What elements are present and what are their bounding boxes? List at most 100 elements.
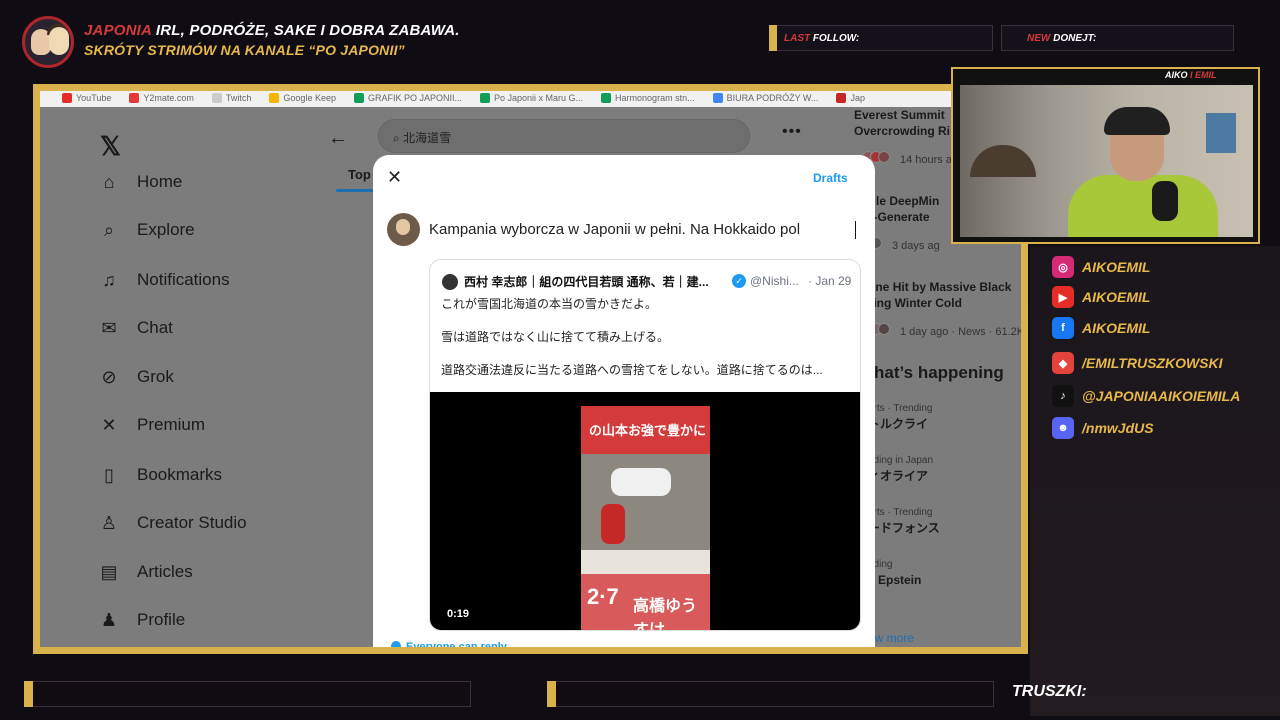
news-3-meta: 1 day ago · News · 61.2K	[862, 323, 1025, 338]
sidebar-item-label: Explore	[137, 220, 195, 239]
drafts-button[interactable]: Drafts	[813, 171, 848, 185]
news-1-meta: 14 hours a	[862, 151, 952, 166]
trend-meta: orts · Trending	[868, 507, 933, 518]
sidebar-item-premium[interactable]: ✕ Premium	[98, 410, 205, 440]
video-frame: の山本お強で豊かに 2·7 高橋ゆうすけ	[581, 406, 710, 631]
sidebar-item-chat[interactable]: ✉ Chat	[98, 313, 172, 343]
quoted-text-line: 道路交通法違反に当たる道路への雪捨てをしない。道路に捨てるのは...	[441, 363, 823, 377]
sidebar-item-explore[interactable]: ⌕ Explore	[98, 215, 195, 245]
bookmarks-icon: ▯	[104, 464, 114, 485]
bookmark-label: Po Japonii x Maru G...	[494, 93, 584, 103]
trend-meta: nding	[868, 559, 893, 570]
social-link: ◎ AIKOEMIL	[1052, 256, 1150, 278]
quoted-text-line: これが雪国北海道の本当の雪かきだよ。	[441, 297, 658, 311]
bookmark-item[interactable]: Google Keep	[269, 91, 336, 105]
youtube-icon: ▶	[1052, 286, 1074, 308]
sidebar-item-home[interactable]: ⌂ Home	[98, 167, 183, 197]
social-link: ▶ AIKOEMIL	[1052, 286, 1150, 308]
truszki-label: TRUSZKI:	[1012, 683, 1087, 700]
trend-item[interactable]: orts · Trending ードフォンス	[868, 507, 940, 536]
news-1-title-b: Overcrowding Ri	[854, 124, 951, 138]
bookmark-item[interactable]: Twitch	[211, 91, 252, 105]
bookmark-label: Y2mate.com	[143, 93, 194, 103]
tab-top[interactable]: Top	[348, 167, 371, 182]
last-follow-prefix: LAST	[784, 33, 811, 44]
x-logo-icon[interactable]: 𝕏	[100, 131, 121, 162]
video-scene	[581, 454, 710, 574]
news-item-1[interactable]: Everest Summit Overcrowding Ri	[854, 107, 950, 139]
sidebar-item-profile[interactable]: ♟ Profile	[98, 605, 185, 635]
sidebar-item-creator-studio[interactable]: ♙ Creator Studio	[98, 508, 247, 538]
header-title-rest: IRL, PODRÓŻE, SAKE I DOBRA ZABAWA.	[151, 22, 460, 39]
microphone-icon	[1152, 181, 1178, 221]
video-player[interactable]: の山本お強で豊かに 2·7 高橋ゆうすけ 0:19	[430, 392, 860, 631]
explore-icon: ⌕	[103, 219, 115, 240]
bookmark-item[interactable]: BIURA PODRÓŻY W...	[712, 91, 819, 105]
video-date: 2·7	[587, 584, 619, 609]
patronite-icon: ◆	[1052, 352, 1074, 374]
trend-item[interactable]: nding in Japan ィオライア	[868, 455, 933, 484]
video-candidate-name: 高橋ゆうすけ	[633, 598, 698, 631]
trend-name: e Epstein	[868, 573, 922, 587]
bookmark-favicon-icon	[211, 93, 222, 103]
video-duration: 0:19	[447, 608, 470, 620]
channel-logo	[22, 16, 74, 68]
bookmark-label: BIURA PODRÓŻY W...	[726, 93, 819, 103]
trend-item[interactable]: orts · Trending トルクライ	[868, 403, 932, 432]
social-handle: AIKOEMIL	[1082, 289, 1151, 305]
sidebar-item-articles[interactable]: ▤ Articles	[98, 557, 193, 587]
social-handle: AIKOEMIL	[1082, 259, 1151, 275]
bookmark-item[interactable]: Y2mate.com	[129, 91, 194, 105]
social-handle: /nmwJdUS	[1082, 420, 1154, 436]
articles-icon: ▤	[100, 561, 118, 582]
news-item-3[interactable]: kraine Hit by Massive Black eezing Winter…	[854, 279, 1011, 311]
bookmark-item[interactable]: Po Japonii x Maru G...	[480, 91, 583, 105]
sidebar-item-bookmarks[interactable]: ▯ Bookmarks	[98, 460, 222, 490]
bookmark-label: YouTube	[76, 93, 112, 103]
sidebar-item-label: Profile	[137, 610, 186, 629]
trend-name: ィオライア	[868, 469, 929, 483]
globe-icon	[391, 641, 401, 647]
x-page: 𝕏 ⌂ Home ⌕ Explore ♫ Notifications ✉ Chat ⊘ Grok ✕…	[40, 107, 1025, 653]
bookmark-item[interactable]: YouTube	[62, 91, 111, 105]
bookmark-favicon-icon	[353, 93, 364, 103]
bookmark-item[interactable]: Jap	[836, 91, 865, 105]
bookmark-favicon-icon	[62, 93, 72, 103]
more-options-icon[interactable]: •••	[782, 123, 802, 141]
webcam-video	[960, 85, 1253, 237]
bookmark-label: GRAFIK PO JAPONII...	[367, 93, 462, 103]
bookmark-item[interactable]: GRAFIK PO JAPONII...	[353, 91, 462, 105]
search-input[interactable]: ⌕ 北海道雪	[378, 119, 750, 153]
reply-setting[interactable]: Everyone can reply	[391, 641, 507, 653]
bookmark-item[interactable]: Harmonogram stn...	[601, 91, 695, 105]
reply-setting-label: Everyone can reply	[406, 641, 507, 653]
header-title-red: JAPONIA	[84, 22, 152, 39]
bookmark-favicon-icon	[269, 93, 280, 103]
quoted-post-date: · Jan 29	[808, 274, 852, 288]
cam-label-b: EMIL	[1195, 70, 1217, 80]
chat-icon: ✉	[101, 317, 117, 338]
news-3-meta-text: 1 day ago · News · 61.2K	[900, 326, 1025, 338]
text-caret	[855, 221, 856, 239]
news-1-meta-text: 14 hours a	[900, 154, 952, 166]
news-2-meta: 3 days ag	[862, 237, 940, 252]
close-icon[interactable]: ✕	[387, 167, 402, 188]
instagram-icon: ◎	[1052, 256, 1074, 278]
sidebar-item-grok[interactable]: ⊘ Grok	[98, 362, 173, 392]
back-arrow-icon[interactable]: ←	[328, 127, 348, 150]
trend-item[interactable]: nding e Epstein	[868, 559, 921, 588]
quoted-post[interactable]: 西村 幸志郎｜組の四代目若頭 通称、若｜建... ✓ @Nishi... · J…	[429, 259, 861, 631]
social-handle: AIKOEMIL	[1082, 320, 1151, 336]
bookmark-label: Twitch	[225, 93, 252, 103]
compose-textarea[interactable]: Kampania wyborcza w Japonii w pełni. Na …	[429, 221, 800, 238]
bookmarks-bar: YouTube Y2mate.com Twitch Google Keep GRAFIK…	[40, 91, 1021, 107]
creator-studio-icon: ♙	[100, 512, 118, 533]
bookmark-label: Jap	[850, 93, 865, 103]
sidebar-item-label: Articles	[137, 562, 193, 581]
search-value: 北海道雪	[403, 131, 452, 145]
tab-top-underline	[336, 189, 374, 192]
sidebar-item-notifications[interactable]: ♫ Notifications	[98, 265, 229, 295]
header-title: JAPONIA IRL, PODRÓŻE, SAKE I DOBRA ZABAW…	[84, 22, 460, 39]
bottom-ticker-right	[547, 681, 994, 707]
social-handle: /EMILTRUSZKOWSKI	[1082, 355, 1223, 371]
